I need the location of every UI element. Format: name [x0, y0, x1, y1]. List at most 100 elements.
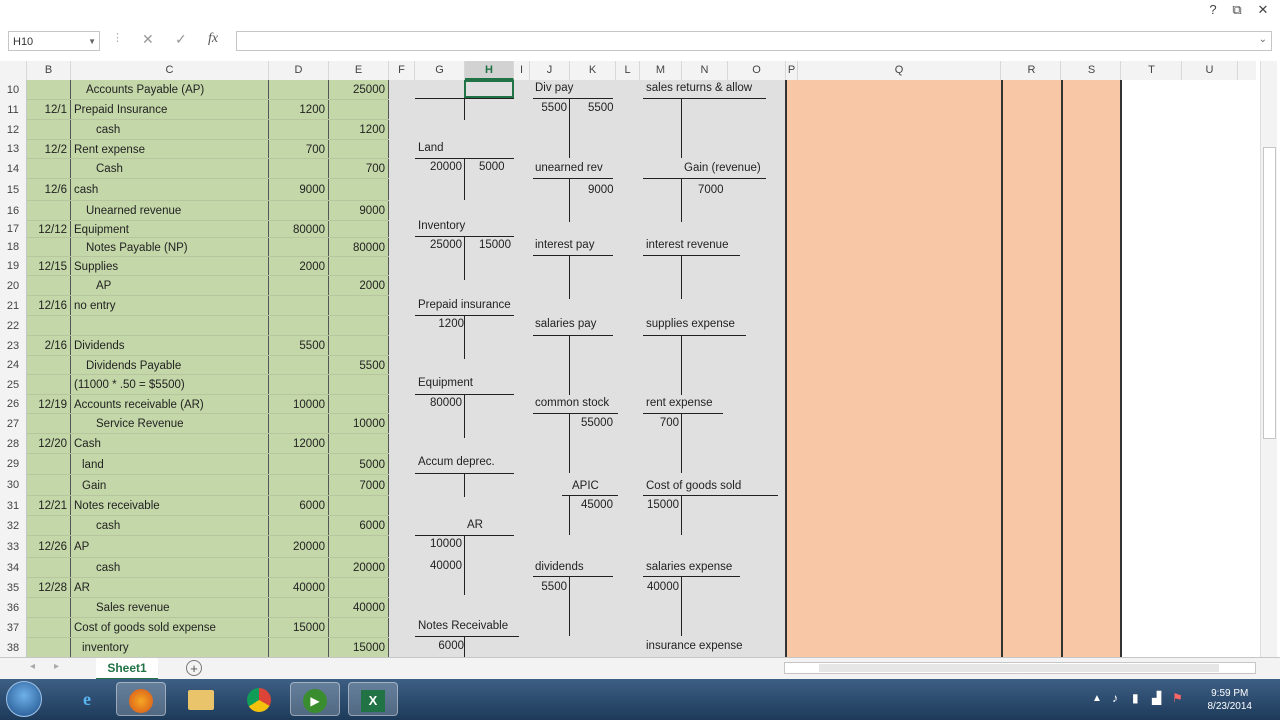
- journal-account[interactable]: Cash: [72, 436, 264, 452]
- journal-debit[interactable]: 20000: [269, 539, 325, 555]
- network-icon[interactable]: ▮: [1132, 691, 1139, 705]
- row-header[interactable]: 16: [0, 201, 27, 221]
- excel-icon[interactable]: X: [348, 682, 398, 716]
- journal-debit[interactable]: 1200: [269, 102, 325, 118]
- journal-account[interactable]: Prepaid Insurance: [72, 102, 264, 118]
- row-header[interactable]: 24: [0, 356, 27, 375]
- tab-next-icon[interactable]: ▸: [54, 661, 59, 672]
- journal-account[interactable]: Supplies: [72, 259, 264, 275]
- start-button[interactable]: [6, 681, 42, 717]
- journal-credit[interactable]: 20000: [329, 560, 385, 576]
- row-header[interactable]: 22: [0, 316, 27, 336]
- row-header[interactable]: 18: [0, 238, 27, 257]
- row-header[interactable]: 38: [0, 638, 27, 657]
- journal-account[interactable]: Rent expense: [72, 142, 264, 158]
- journal-debit[interactable]: 12000: [269, 436, 325, 452]
- row-header[interactable]: 19: [0, 257, 27, 276]
- journal-credit[interactable]: 9000: [329, 203, 385, 219]
- row-header[interactable]: 11: [0, 100, 27, 120]
- close-icon[interactable]: ✕: [1252, 2, 1274, 18]
- journal-debit[interactable]: 10000: [269, 397, 325, 413]
- column-header-j[interactable]: J: [530, 61, 570, 80]
- journal-account[interactable]: cash: [72, 182, 264, 198]
- journal-account[interactable]: Dividends Payable: [72, 358, 276, 374]
- journal-credit[interactable]: 40000: [329, 600, 385, 616]
- add-sheet-icon[interactable]: +: [186, 660, 202, 676]
- row-header[interactable]: 21: [0, 296, 27, 316]
- journal-date[interactable]: 12/2: [27, 142, 67, 158]
- row-header[interactable]: 37: [0, 618, 27, 638]
- row-header[interactable]: 27: [0, 414, 27, 434]
- journal-account[interactable]: cash: [72, 122, 286, 138]
- journal-credit[interactable]: 1200: [329, 122, 385, 138]
- scroll-thumb[interactable]: [1263, 147, 1276, 439]
- column-header-h[interactable]: H: [465, 61, 514, 80]
- journal-debit[interactable]: 6000: [269, 498, 325, 514]
- column-header-p[interactable]: P: [786, 61, 798, 80]
- column-header-e[interactable]: E: [329, 61, 389, 80]
- journal-debit[interactable]: 15000: [269, 620, 325, 636]
- journal-credit[interactable]: 15000: [329, 640, 385, 656]
- column-header-d[interactable]: D: [269, 61, 329, 80]
- journal-account[interactable]: Accounts receivable (AR): [72, 397, 264, 413]
- journal-account[interactable]: AR: [72, 580, 264, 596]
- column-header-c[interactable]: C: [71, 61, 269, 80]
- journal-account[interactable]: Cost of goods sold expense: [72, 620, 264, 636]
- journal-credit[interactable]: 5500: [329, 358, 385, 374]
- column-header-o[interactable]: O: [728, 61, 786, 80]
- column-header-n[interactable]: N: [682, 61, 728, 80]
- journal-debit[interactable]: 2000: [269, 259, 325, 275]
- journal-account[interactable]: Accounts Payable (AP): [72, 82, 276, 98]
- name-box[interactable]: H10 ▼: [8, 31, 100, 51]
- column-header-q[interactable]: Q: [798, 61, 1001, 80]
- journal-account[interactable]: Dividends: [72, 338, 264, 354]
- chrome-icon[interactable]: [234, 682, 284, 716]
- enter-icon[interactable]: ✓: [175, 31, 187, 48]
- journal-account[interactable]: Equipment: [72, 222, 264, 238]
- chevron-down-icon[interactable]: ▼: [88, 32, 96, 52]
- row-header[interactable]: 29: [0, 454, 27, 475]
- journal-debit[interactable]: 40000: [269, 580, 325, 596]
- tray-arrow-icon[interactable]: ▲: [1092, 693, 1102, 704]
- journal-debit[interactable]: 700: [269, 142, 325, 158]
- column-header-g[interactable]: G: [415, 61, 465, 80]
- row-header[interactable]: 14: [0, 159, 27, 179]
- journal-credit[interactable]: 80000: [329, 240, 385, 256]
- journal-date[interactable]: 12/26: [27, 539, 67, 555]
- journal-date[interactable]: 12/6: [27, 182, 67, 198]
- journal-date[interactable]: 12/12: [27, 222, 67, 238]
- journal-account[interactable]: Notes receivable: [72, 498, 264, 514]
- row-header[interactable]: 23: [0, 336, 27, 356]
- column-header-b[interactable]: B: [27, 61, 71, 80]
- row-header[interactable]: 32: [0, 516, 27, 536]
- column-header-k[interactable]: K: [570, 61, 616, 80]
- journal-debit[interactable]: 80000: [269, 222, 325, 238]
- row-header[interactable]: 20: [0, 276, 27, 296]
- journal-date[interactable]: 12/16: [27, 298, 67, 314]
- signal-icon[interactable]: ▟: [1152, 691, 1161, 705]
- column-header-i[interactable]: I: [514, 61, 530, 80]
- row-header[interactable]: 17: [0, 221, 27, 238]
- hscroll-thumb[interactable]: [819, 664, 1219, 672]
- journal-account[interactable]: Unearned revenue: [72, 203, 276, 219]
- column-header-s[interactable]: S: [1063, 61, 1121, 80]
- row-header[interactable]: 28: [0, 434, 27, 454]
- help-icon[interactable]: ?: [1202, 2, 1224, 18]
- tab-sheet1[interactable]: Sheet1: [96, 658, 158, 680]
- journal-account[interactable]: AP: [72, 278, 286, 294]
- expand-icon[interactable]: ⌄: [1259, 34, 1267, 45]
- journal-account[interactable]: (11000 * .50 = $5500): [72, 377, 264, 393]
- journal-credit[interactable]: 6000: [329, 518, 385, 534]
- vertical-scrollbar[interactable]: [1260, 61, 1277, 657]
- horizontal-scrollbar[interactable]: [784, 662, 1256, 674]
- restore-icon[interactable]: ⧉: [1226, 2, 1248, 18]
- journal-date[interactable]: 12/1: [27, 102, 67, 118]
- row-header[interactable]: 33: [0, 536, 27, 558]
- row-header[interactable]: 26: [0, 395, 27, 414]
- journal-account[interactable]: Notes Payable (NP): [72, 240, 276, 256]
- journal-date[interactable]: 12/21: [27, 498, 67, 514]
- journal-account[interactable]: land: [72, 457, 272, 473]
- journal-debit[interactable]: 5500: [269, 338, 325, 354]
- row-header[interactable]: 30: [0, 475, 27, 496]
- row-header[interactable]: 25: [0, 375, 27, 395]
